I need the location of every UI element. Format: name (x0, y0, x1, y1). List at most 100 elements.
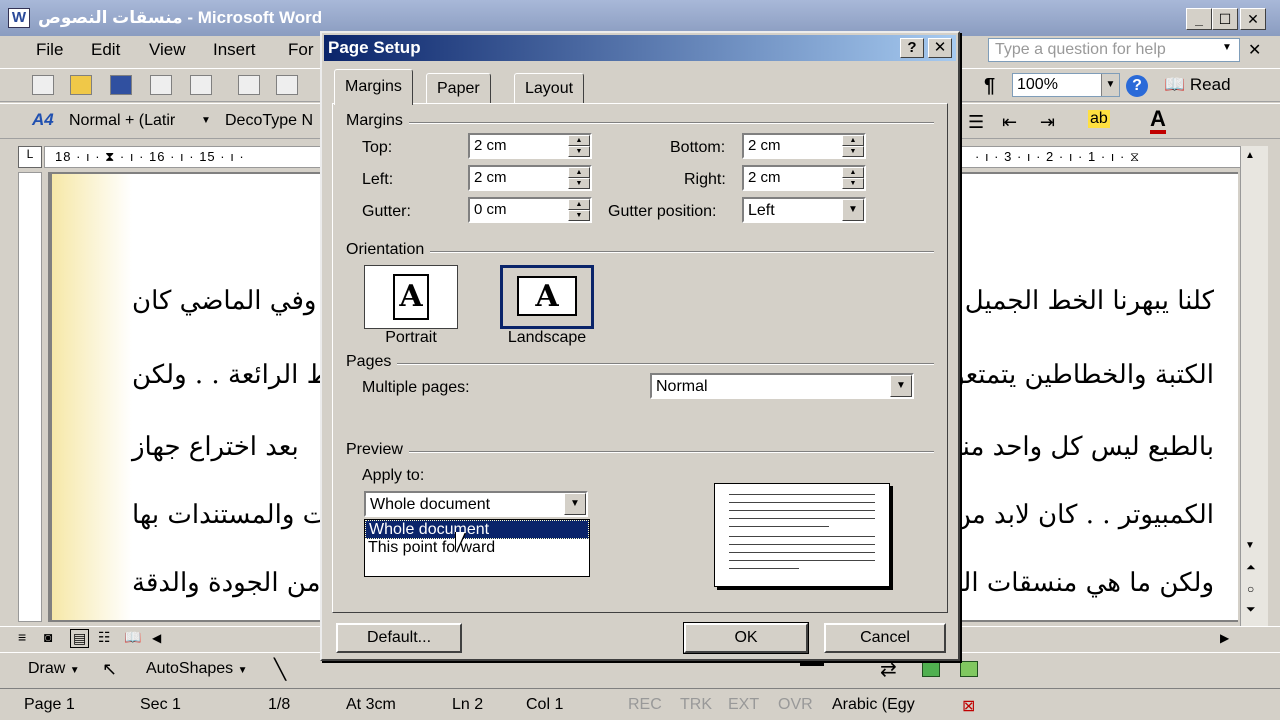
select-browse-object-icon[interactable]: ○ (1247, 582, 1254, 596)
scroll-right-arrow-icon[interactable]: ▶ (1220, 631, 1229, 645)
vertical-scrollbar[interactable]: ▲ ▼ ⏶ ○ ⏷ (1240, 146, 1268, 626)
font-color-icon[interactable]: A (1150, 108, 1166, 134)
menu-insert[interactable]: Insert (213, 40, 256, 60)
line-style-icon[interactable] (800, 661, 824, 666)
decrease-indent-icon[interactable]: ⇤ (1002, 112, 1017, 133)
spin-down-icon[interactable]: ▼ (568, 178, 590, 189)
spin-buttons[interactable]: ▲ ▼ (842, 135, 864, 157)
new-document-icon[interactable] (32, 75, 54, 95)
apply-option-whole-document[interactable]: Whole document (365, 520, 589, 539)
shadow-style-icon[interactable] (922, 661, 940, 677)
vertical-ruler[interactable] (18, 172, 42, 622)
font-combo[interactable]: DecoType N (220, 109, 320, 133)
spin-down-icon[interactable]: ▼ (842, 146, 864, 157)
menu-format[interactable]: For (288, 40, 314, 60)
gutter-value: 0 cm (474, 201, 507, 218)
menu-file[interactable]: File (36, 40, 63, 60)
scroll-left-arrow-icon[interactable]: ◀ (152, 631, 161, 645)
spin-down-icon[interactable]: ▼ (568, 210, 590, 221)
status-trk[interactable]: TRK (680, 696, 712, 714)
help-icon[interactable]: ? (1126, 75, 1148, 97)
previous-page-icon[interactable]: ⏶ (1246, 560, 1256, 575)
chevron-down-icon[interactable]: ▼ (1101, 74, 1119, 96)
status-ovr[interactable]: OVR (778, 696, 813, 714)
status-rec[interactable]: REC (628, 696, 662, 714)
style-combo[interactable]: Normal + (Latir ▼ (64, 109, 216, 133)
gutter-input[interactable]: 0 cm ▲ ▼ (468, 197, 592, 223)
menu-edit[interactable]: Edit (91, 40, 120, 60)
landscape-button[interactable]: A (500, 265, 594, 329)
show-formatting-icon[interactable]: ¶ (984, 75, 995, 98)
restore-button[interactable]: ☐ (1212, 8, 1238, 30)
tab-margins[interactable]: Margins (334, 69, 413, 105)
gutter-position-select[interactable]: Left ▼ (742, 197, 866, 223)
portrait-button[interactable]: A (364, 265, 458, 329)
next-page-icon[interactable]: ⏷ (1246, 602, 1256, 617)
spin-down-icon[interactable]: ▼ (568, 146, 590, 157)
spin-buttons[interactable]: ▲ ▼ (842, 167, 864, 189)
print-preview-icon[interactable] (276, 75, 298, 95)
zoom-combo[interactable]: 100% ▼ (1012, 73, 1120, 97)
menu-view[interactable]: View (149, 40, 186, 60)
line-icon[interactable]: ╲ (274, 657, 286, 682)
tab-layout[interactable]: Layout (514, 73, 585, 103)
dialog-close-button[interactable]: ✕ (928, 38, 952, 58)
reading-layout-icon[interactable]: 📖 (124, 629, 141, 646)
chevron-down-icon[interactable]: ▼ (564, 493, 586, 515)
print-icon[interactable] (238, 75, 260, 95)
save-icon[interactable] (110, 75, 132, 95)
spin-buttons[interactable]: ▲ ▼ (568, 167, 590, 189)
top-margin-input[interactable]: 2 cm ▲ ▼ (468, 133, 592, 159)
word-app-icon[interactable]: W (8, 8, 30, 28)
spin-up-icon[interactable]: ▲ (842, 135, 864, 146)
scroll-down-arrow-icon[interactable]: ▼ (1245, 540, 1255, 551)
chevron-down-icon[interactable]: ▼ (890, 375, 912, 397)
print-layout-icon[interactable]: ▤ (70, 629, 90, 648)
email-icon[interactable] (190, 75, 212, 95)
multiple-pages-select[interactable]: Normal ▼ (650, 373, 914, 399)
read-button[interactable]: 📖 Read (1164, 75, 1231, 95)
left-margin-input[interactable]: 2 cm ▲ ▼ (468, 165, 592, 191)
highlight-icon[interactable]: ab (1088, 110, 1110, 128)
apply-option-this-point-forward[interactable]: This point forward (365, 539, 589, 558)
styles-and-formatting-icon[interactable]: A4 (32, 110, 54, 130)
right-margin-input[interactable]: 2 cm ▲ ▼ (742, 165, 866, 191)
autoshapes-menu-button[interactable]: AutoShapes ▼ (146, 660, 248, 678)
outline-view-icon[interactable]: ☷ (98, 629, 111, 646)
3d-style-icon[interactable] (960, 661, 978, 677)
chevron-down-icon[interactable]: ▼ (842, 199, 864, 221)
select-objects-icon[interactable]: ↖ (102, 659, 117, 680)
permission-icon[interactable] (150, 75, 172, 95)
help-dropdown-arrow-icon[interactable]: ▼ (1222, 42, 1232, 53)
web-layout-icon[interactable]: ◙ (44, 629, 52, 645)
spin-up-icon[interactable]: ▲ (568, 167, 590, 178)
scroll-up-arrow-icon[interactable]: ▲ (1245, 150, 1255, 161)
spin-up-icon[interactable]: ▲ (568, 135, 590, 146)
bullets-icon[interactable]: ☰ (968, 112, 984, 133)
normal-view-icon[interactable]: ≡ (18, 629, 26, 645)
bottom-margin-input[interactable]: 2 cm ▲ ▼ (742, 133, 866, 159)
increase-indent-icon[interactable]: ⇥ (1040, 112, 1055, 133)
status-ext[interactable]: EXT (728, 696, 759, 714)
spin-buttons[interactable]: ▲ ▼ (568, 199, 590, 221)
cancel-button[interactable]: Cancel (824, 623, 946, 653)
open-folder-icon[interactable] (70, 75, 92, 95)
tab-selector[interactable]: L (18, 146, 42, 168)
dialog-title-bar[interactable]: Page Setup ? ✕ (324, 35, 956, 61)
spelling-status-icon[interactable]: ⊠ (962, 696, 975, 716)
help-question-input[interactable]: Type a question for help (988, 38, 1240, 62)
minimize-button[interactable]: _ (1186, 8, 1212, 30)
spin-up-icon[interactable]: ▲ (842, 167, 864, 178)
close-window-button[interactable]: ✕ (1240, 8, 1266, 30)
dialog-help-button[interactable]: ? (900, 38, 924, 58)
spin-buttons[interactable]: ▲ ▼ (568, 135, 590, 157)
tab-paper[interactable]: Paper (426, 73, 491, 103)
spin-up-icon[interactable]: ▲ (568, 199, 590, 210)
apply-to-select[interactable]: Whole document ▼ (364, 491, 588, 517)
draw-menu-button[interactable]: Draw ▼ (28, 660, 80, 678)
close-document-button[interactable]: ✕ (1248, 40, 1261, 60)
chevron-down-icon[interactable]: ▼ (197, 110, 215, 132)
default-button[interactable]: Default... (336, 623, 462, 653)
ok-button[interactable]: OK (683, 622, 809, 654)
spin-down-icon[interactable]: ▼ (842, 178, 864, 189)
